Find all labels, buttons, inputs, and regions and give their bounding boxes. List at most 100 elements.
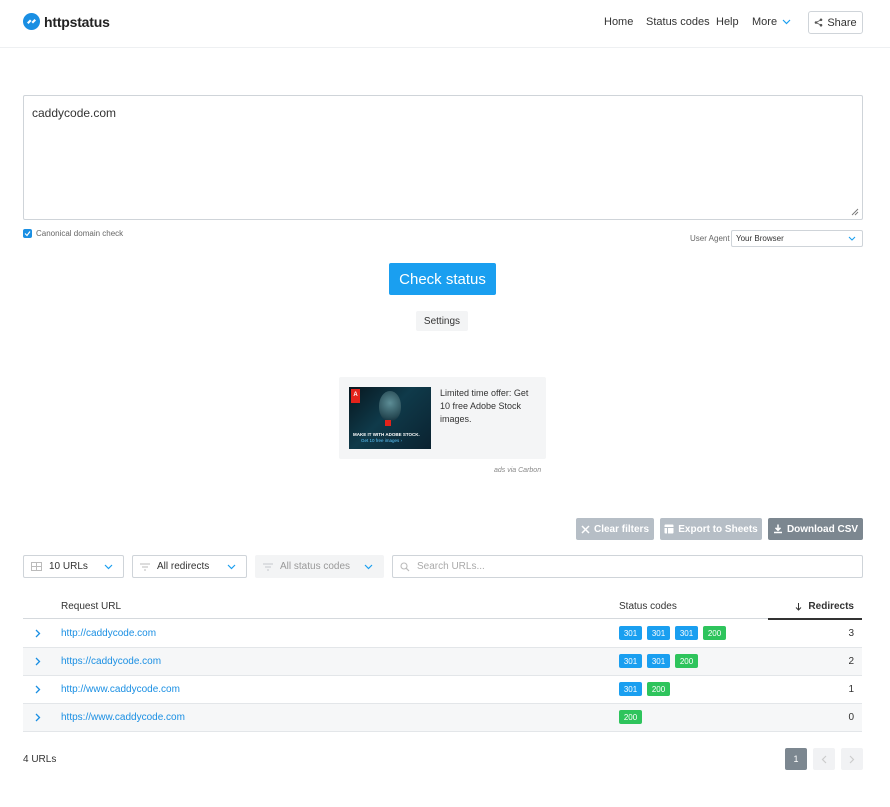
ad-portrait xyxy=(379,391,401,421)
export-sheets-button[interactable]: Export to Sheets xyxy=(660,518,762,540)
grid-icon xyxy=(31,562,42,571)
chevron-right-icon[interactable] xyxy=(35,657,41,666)
row-status-codes: 301 301 301 200 xyxy=(619,626,731,640)
table-row[interactable]: https://caddycode.com 301 301 200 2 xyxy=(23,648,862,676)
chevron-right-icon xyxy=(849,755,855,763)
logo[interactable]: httpstatus xyxy=(23,13,110,30)
search-placeholder: Search URLs... xyxy=(417,561,485,572)
download-csv-button[interactable]: Download CSV xyxy=(768,518,863,540)
urls-filter-value: 10 URLs xyxy=(49,561,88,572)
status-codes-filter[interactable]: All status codes xyxy=(255,555,384,578)
row-redirects: 3 xyxy=(848,628,854,639)
status-badge: 200 xyxy=(675,654,698,668)
user-agent-select[interactable]: Your Browser xyxy=(731,230,863,247)
table-row[interactable]: https://www.caddycode.com 200 0 xyxy=(23,704,862,732)
filter-icon xyxy=(140,563,150,570)
nav-more-label: More xyxy=(752,16,778,28)
prev-page-button[interactable] xyxy=(813,748,835,770)
status-badge: 301 xyxy=(647,654,670,668)
chevron-down-icon xyxy=(782,19,791,25)
nav-help[interactable]: Help xyxy=(716,16,739,28)
chevron-right-icon[interactable] xyxy=(35,629,41,638)
canonical-label: Canonical domain check xyxy=(36,229,124,238)
search-icon xyxy=(400,561,410,571)
row-url[interactable]: https://caddycode.com xyxy=(61,656,161,667)
table-row[interactable]: http://caddycode.com 301 301 301 200 3 xyxy=(23,620,862,648)
settings-button[interactable]: Settings xyxy=(416,311,468,331)
export-sheets-label: Export to Sheets xyxy=(678,523,758,535)
close-icon xyxy=(581,524,590,534)
ad-image[interactable]: A MAKE IT WITH ADOBE STOCK. Get 10 free … xyxy=(349,387,431,449)
column-status-codes[interactable]: Status codes xyxy=(619,601,677,612)
download-csv-label: Download CSV xyxy=(786,523,859,535)
redirects-filter[interactable]: All redirects xyxy=(132,555,247,578)
next-page-button[interactable] xyxy=(841,748,863,770)
table-row[interactable]: http://www.caddycode.com 301 200 1 xyxy=(23,676,862,704)
row-status-codes: 200 xyxy=(619,710,647,724)
row-url[interactable]: https://www.caddycode.com xyxy=(61,712,185,723)
adobe-stock-icon xyxy=(385,420,391,426)
ad-image-cta: Get 10 free images › xyxy=(361,438,403,443)
top-header: httpstatus Home Status codes Help More S… xyxy=(0,0,890,48)
status-badge: 301 xyxy=(619,626,642,640)
row-redirects: 0 xyxy=(848,712,854,723)
column-redirects-label: Redirects xyxy=(808,601,854,612)
ad-image-caption: MAKE IT WITH ADOBE STOCK. xyxy=(353,432,420,437)
share-button[interactable]: Share xyxy=(808,11,863,34)
status-badge: 200 xyxy=(703,626,726,640)
nav-more[interactable]: More xyxy=(752,16,791,28)
ad-via[interactable]: ads via Carbon xyxy=(494,467,541,474)
page-1-button[interactable]: 1 xyxy=(785,748,807,770)
share-icon xyxy=(815,18,823,27)
chevron-left-icon xyxy=(821,755,827,763)
ad-text[interactable]: Limited time offer: Get 10 free Adobe St… xyxy=(440,387,538,426)
canonical-check[interactable]: Canonical domain check xyxy=(23,229,123,238)
urls-filter[interactable]: 10 URLs xyxy=(23,555,124,578)
chevron-down-icon xyxy=(364,564,373,570)
row-status-codes: 301 200 xyxy=(619,682,675,696)
row-redirects: 2 xyxy=(848,656,854,667)
filter-icon xyxy=(263,563,273,570)
clear-filters-label: Clear filters xyxy=(593,523,650,535)
logo-text: httpstatus xyxy=(44,13,110,30)
row-url[interactable]: http://caddycode.com xyxy=(61,628,156,639)
download-icon xyxy=(773,524,782,534)
column-request-url[interactable]: Request URL xyxy=(61,601,121,612)
chevron-down-icon xyxy=(227,564,236,570)
table-header: Request URL Status codes Redirects xyxy=(23,592,862,620)
search-urls-input[interactable]: Search URLs... xyxy=(392,555,863,578)
user-agent-value: Your Browser xyxy=(736,234,784,243)
check-status-button[interactable]: Check status xyxy=(389,263,496,295)
status-codes-filter-value: All status codes xyxy=(280,561,351,572)
nav-status-codes[interactable]: Status codes xyxy=(646,16,710,28)
carbon-ad[interactable]: A MAKE IT WITH ADOBE STOCK. Get 10 free … xyxy=(339,377,546,459)
adobe-logo-icon: A xyxy=(351,389,360,403)
status-badge: 200 xyxy=(647,682,670,696)
sheet-icon xyxy=(664,524,674,534)
resize-grip-icon[interactable] xyxy=(850,207,859,216)
row-url[interactable]: http://www.caddycode.com xyxy=(61,684,180,695)
status-badge: 301 xyxy=(619,654,642,668)
chevron-right-icon[interactable] xyxy=(35,685,41,694)
adobe-logo-letter: A xyxy=(353,392,358,398)
user-agent-label: User Agent xyxy=(690,234,730,243)
chevron-right-icon[interactable] xyxy=(35,713,41,722)
status-badge: 200 xyxy=(619,710,642,724)
nav-home[interactable]: Home xyxy=(604,16,633,28)
logo-icon xyxy=(23,13,40,30)
row-status-codes: 301 301 200 xyxy=(619,654,703,668)
url-count: 4 URLs xyxy=(23,754,57,765)
urls-textarea[interactable]: caddycode.com xyxy=(23,95,863,220)
canonical-checkbox[interactable] xyxy=(23,229,32,238)
clear-filters-button[interactable]: Clear filters xyxy=(576,518,654,540)
status-badge: 301 xyxy=(647,626,670,640)
chevron-down-icon xyxy=(104,564,113,570)
status-badge: 301 xyxy=(675,626,698,640)
row-redirects: 1 xyxy=(848,684,854,695)
arrow-down-icon xyxy=(796,602,802,611)
redirects-filter-value: All redirects xyxy=(157,561,210,572)
share-label: Share xyxy=(827,16,857,29)
status-badge: 301 xyxy=(619,682,642,696)
column-redirects[interactable]: Redirects xyxy=(795,601,854,612)
chevron-down-icon xyxy=(848,236,856,241)
